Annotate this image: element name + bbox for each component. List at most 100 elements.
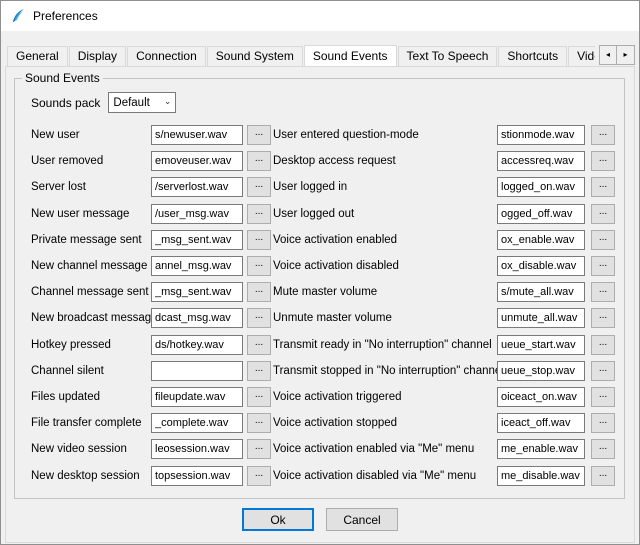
sound-file-input[interactable] xyxy=(151,439,243,459)
right-row-label: Voice activation disabled via "Me" menu xyxy=(273,470,497,482)
right-row-label: Unmute master volume xyxy=(273,312,497,324)
browse-button[interactable]: ... xyxy=(591,230,615,250)
cancel-button[interactable]: Cancel xyxy=(326,508,398,531)
browse-button[interactable]: ... xyxy=(247,177,271,197)
browse-button[interactable]: ... xyxy=(247,151,271,171)
tab-display[interactable]: Display xyxy=(69,46,126,66)
sound-file-input[interactable] xyxy=(497,151,585,171)
sound-file-input[interactable] xyxy=(151,466,243,486)
browse-button[interactable]: ... xyxy=(591,439,615,459)
tab-video[interactable]: Video xyxy=(568,46,595,66)
browse-button[interactable]: ... xyxy=(247,125,271,145)
browse-button[interactable]: ... xyxy=(591,387,615,407)
browse-button[interactable]: ... xyxy=(247,230,271,250)
browse-button[interactable]: ... xyxy=(247,204,271,224)
tab-shortcuts[interactable]: Shortcuts xyxy=(498,46,567,66)
sound-file-input[interactable] xyxy=(497,282,585,302)
browse-button[interactable]: ... xyxy=(591,177,615,197)
tab-scroll-left-button[interactable]: ◂ xyxy=(599,45,617,65)
chevron-down-icon: ⌄ xyxy=(164,96,172,107)
sound-file-input[interactable] xyxy=(151,256,243,276)
left-row-label: New video session xyxy=(31,443,151,455)
sounds-pack-row: Sounds pack Default ⌄ xyxy=(31,92,624,113)
sound-file-input[interactable] xyxy=(151,125,243,145)
browse-button[interactable]: ... xyxy=(247,256,271,276)
left-row-label: Private message sent xyxy=(31,234,151,246)
browse-button[interactable]: ... xyxy=(591,125,615,145)
browse-button[interactable]: ... xyxy=(591,282,615,302)
sound-file-input[interactable] xyxy=(497,177,585,197)
sounds-pack-select[interactable]: Default ⌄ xyxy=(108,92,176,113)
left-row-label: File transfer complete xyxy=(31,417,151,429)
sound-file-input[interactable] xyxy=(497,308,585,328)
browse-button[interactable]: ... xyxy=(247,439,271,459)
tab-text-to-speech[interactable]: Text To Speech xyxy=(398,46,498,66)
browse-button[interactable]: ... xyxy=(247,466,271,486)
left-row-label: New user message xyxy=(31,208,151,220)
sound-file-input[interactable] xyxy=(151,308,243,328)
sound-events-tab-page: Sound Events Sounds pack Default ⌄ New u… xyxy=(5,66,635,543)
sound-file-input[interactable] xyxy=(497,466,585,486)
tab-connection[interactable]: Connection xyxy=(127,46,206,66)
tab-sound-events[interactable]: Sound Events xyxy=(304,45,397,66)
tab-scroll-right-button[interactable]: ▸ xyxy=(617,45,635,65)
browse-button[interactable]: ... xyxy=(591,256,615,276)
browse-button[interactable]: ... xyxy=(247,335,271,355)
sound-file-input[interactable] xyxy=(151,204,243,224)
browse-button[interactable]: ... xyxy=(591,413,615,433)
sound-events-group: Sound Events Sounds pack Default ⌄ New u… xyxy=(14,71,625,499)
browse-button[interactable]: ... xyxy=(247,308,271,328)
sounds-pack-value: Default xyxy=(113,97,149,109)
sound-file-input[interactable] xyxy=(151,230,243,250)
left-row-label: Channel silent xyxy=(31,365,151,377)
browse-button[interactable]: ... xyxy=(591,335,615,355)
browse-button[interactable]: ... xyxy=(591,308,615,328)
left-row-label: Channel message sent xyxy=(31,286,151,298)
browse-button[interactable]: ... xyxy=(247,413,271,433)
browse-button[interactable]: ... xyxy=(591,204,615,224)
browse-button[interactable]: ... xyxy=(247,361,271,381)
browse-button[interactable]: ... xyxy=(591,361,615,381)
sound-file-input[interactable] xyxy=(497,256,585,276)
sound-file-input[interactable] xyxy=(151,151,243,171)
sound-file-input[interactable] xyxy=(497,361,585,381)
right-row-label: Desktop access request xyxy=(273,155,497,167)
browse-button[interactable]: ... xyxy=(247,282,271,302)
ok-button[interactable]: Ok xyxy=(242,508,314,531)
sound-file-input[interactable] xyxy=(497,230,585,250)
right-row-label: Mute master volume xyxy=(273,286,497,298)
sound-file-input[interactable] xyxy=(497,204,585,224)
tab-list: GeneralDisplayConnectionSound SystemSoun… xyxy=(7,44,595,66)
right-row-label: Voice activation triggered xyxy=(273,391,497,403)
browse-button[interactable]: ... xyxy=(247,387,271,407)
sound-file-input[interactable] xyxy=(151,177,243,197)
right-row-label: Voice activation disabled xyxy=(273,260,497,272)
right-row-label: Voice activation enabled xyxy=(273,234,497,246)
right-row-label: User entered question-mode xyxy=(273,129,497,141)
left-row-label: New user xyxy=(31,129,151,141)
sound-file-input[interactable] xyxy=(151,335,243,355)
sounds-pack-label: Sounds pack xyxy=(31,96,100,110)
sound-file-input[interactable] xyxy=(497,439,585,459)
right-row-label: Transmit ready in "No interruption" chan… xyxy=(273,339,497,351)
sound-file-input[interactable] xyxy=(151,282,243,302)
sound-rows-grid: New user...User entered question-mode...… xyxy=(31,122,624,489)
sound-file-input[interactable] xyxy=(151,361,243,381)
tab-bar: GeneralDisplayConnectionSound SystemSoun… xyxy=(7,44,635,66)
tab-general[interactable]: General xyxy=(7,46,68,66)
tab-sound-system[interactable]: Sound System xyxy=(207,46,303,66)
browse-button[interactable]: ... xyxy=(591,466,615,486)
sound-file-input[interactable] xyxy=(151,413,243,433)
sound-file-input[interactable] xyxy=(497,125,585,145)
titlebar: Preferences xyxy=(1,1,639,31)
preferences-window: Preferences GeneralDisplayConnectionSoun… xyxy=(0,0,640,545)
browse-button[interactable]: ... xyxy=(591,151,615,171)
app-icon xyxy=(10,8,26,24)
sound-file-input[interactable] xyxy=(497,413,585,433)
sound-file-input[interactable] xyxy=(151,387,243,407)
left-row-label: Files updated xyxy=(31,391,151,403)
sound-file-input[interactable] xyxy=(497,335,585,355)
sound-file-input[interactable] xyxy=(497,387,585,407)
right-row-label: User logged in xyxy=(273,181,497,193)
left-row-label: Server lost xyxy=(31,181,151,193)
